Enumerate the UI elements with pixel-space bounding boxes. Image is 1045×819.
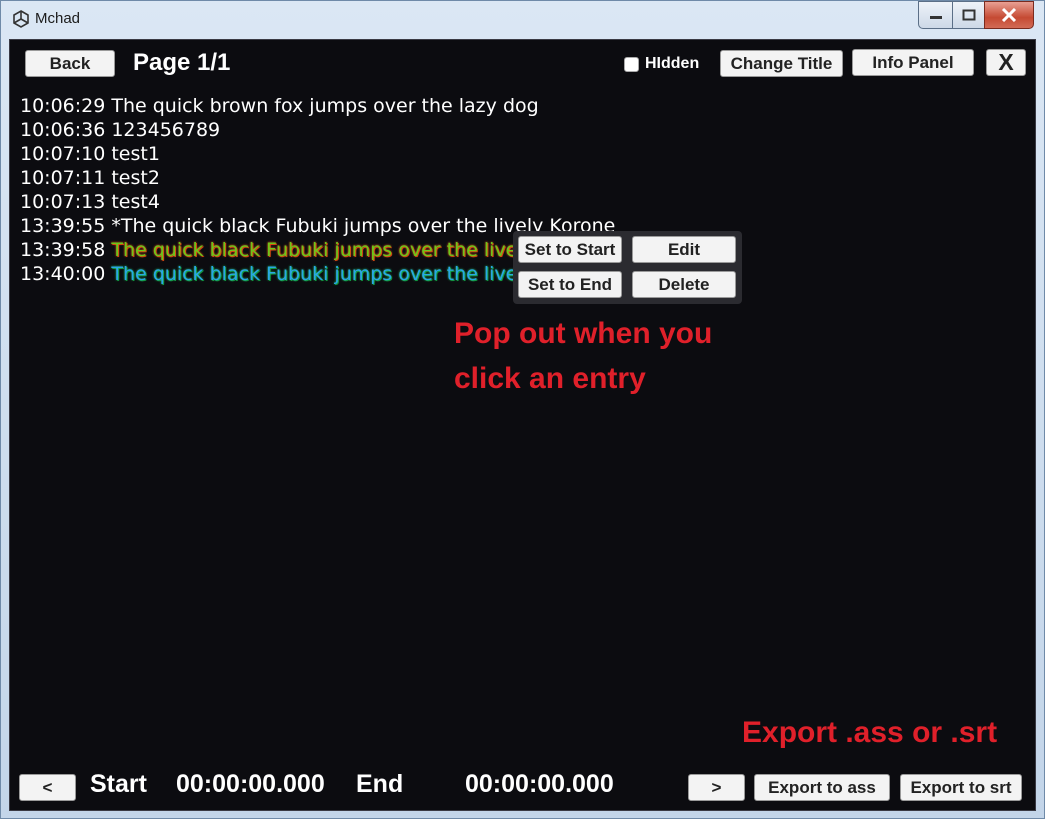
hidden-label: HIdden [645, 55, 700, 72]
entry-text: The quick brown fox jumps over the lazy … [111, 95, 539, 117]
app-window: Mchad Back Page 1/1 HIdden Change Title … [0, 0, 1045, 819]
back-button[interactable]: Back [25, 50, 115, 77]
entry-timestamp: 10:07:13 [20, 191, 106, 213]
popup-annotation-line: click an entry [454, 362, 646, 395]
entry-text: The quick black Fubuki jumps over the li… [111, 263, 534, 285]
start-label: Start [90, 770, 147, 798]
export-srt-button[interactable]: Export to srt [900, 774, 1022, 801]
entry-timestamp: 10:07:10 [20, 143, 106, 165]
hidden-toggle[interactable]: HIdden [624, 55, 699, 73]
main-panel: Back Page 1/1 HIdden Change Title Info P… [9, 39, 1036, 811]
maximize-icon [962, 9, 975, 21]
maximize-button[interactable] [952, 1, 984, 29]
export-ass-button[interactable]: Export to ass [754, 774, 890, 801]
entry-text: The quick black Fubuki jumps over the li… [111, 239, 534, 261]
list-item[interactable]: 10:07:11 test2 [20, 166, 615, 190]
entry-text: test2 [111, 167, 160, 189]
entry-timestamp: 13:39:55 [20, 215, 106, 237]
minimize-button[interactable] [918, 1, 952, 29]
list-item[interactable]: 10:07:10 test1 [20, 142, 615, 166]
end-label: End [356, 770, 404, 798]
list-item[interactable]: 10:07:13 test4 [20, 190, 615, 214]
unity-logo-icon [13, 10, 29, 28]
popup-annotation: Pop out when you click an entry [454, 311, 712, 401]
prev-button[interactable]: < [19, 774, 76, 801]
entry-text: test1 [111, 143, 160, 165]
close-panel-button[interactable]: X [986, 49, 1026, 76]
window-title: Mchad [35, 10, 81, 27]
set-to-end-button[interactable]: Set to End [518, 271, 622, 298]
entry-text: test4 [111, 191, 160, 213]
export-annotation: Export .ass or .srt [742, 716, 998, 749]
entry-text: 123456789 [111, 119, 221, 141]
list-item[interactable]: 10:06:36 123456789 [20, 118, 615, 142]
end-time: 00:00:00.000 [465, 770, 614, 798]
start-time: 00:00:00.000 [176, 770, 325, 798]
entry-timestamp: 13:40:00 [20, 263, 106, 285]
edit-button[interactable]: Edit [632, 236, 736, 263]
change-title-button[interactable]: Change Title [720, 50, 843, 77]
minimize-icon [929, 16, 942, 19]
popup-annotation-line: Pop out when you [454, 317, 713, 350]
title-bar[interactable]: Mchad [1, 1, 1044, 39]
window-controls [918, 1, 1034, 29]
page-title: Page 1/1 [133, 49, 231, 76]
close-window-button[interactable] [984, 1, 1034, 29]
entry-timestamp: 10:06:29 [20, 95, 106, 117]
entry-timestamp: 10:07:11 [20, 167, 106, 189]
delete-button[interactable]: Delete [632, 271, 736, 298]
next-button[interactable]: > [688, 774, 745, 801]
entry-timestamp: 10:06:36 [20, 119, 106, 141]
info-panel-button[interactable]: Info Panel [852, 49, 974, 76]
close-icon [1001, 8, 1017, 22]
set-to-start-button[interactable]: Set to Start [518, 236, 622, 263]
entry-context-popup: Set to Start Edit Set to End Delete [513, 231, 742, 304]
entry-timestamp: 13:39:58 [20, 239, 106, 261]
hidden-checkbox[interactable] [624, 56, 639, 72]
list-item[interactable]: 10:06:29 The quick brown fox jumps over t… [20, 94, 615, 118]
